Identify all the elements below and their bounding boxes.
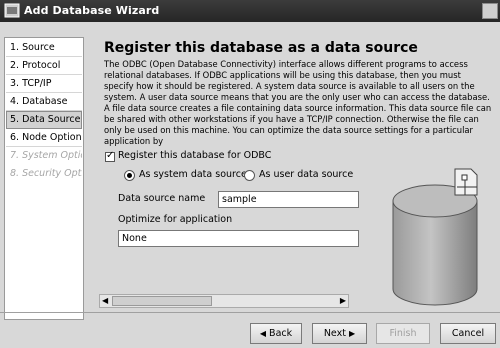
optimize-label: Optimize for application <box>118 214 233 225</box>
radio-selected-dot <box>127 173 132 178</box>
page-title: Register this database as a data source <box>104 40 418 56</box>
cancel-button[interactable]: Cancel <box>440 323 496 344</box>
back-arrow-icon: ◀ <box>259 329 267 338</box>
add-database-wizard-window: Add Database Wizard 1. Source 2. Protoco… <box>0 0 500 348</box>
system-data-source-radio[interactable] <box>124 170 135 181</box>
title-bar: Add Database Wizard <box>0 0 500 22</box>
nav-step-tcpip[interactable]: 3. TCP/IP <box>6 75 82 93</box>
system-data-source-label[interactable]: As system data source <box>139 169 247 180</box>
next-arrow-icon: ▶ <box>349 329 356 338</box>
wizard-app-icon <box>4 3 20 18</box>
datasource-name-label: Data source name <box>118 193 206 204</box>
scroll-left-icon[interactable]: ◀ <box>102 296 108 305</box>
back-button-label: Back <box>269 328 293 339</box>
next-button[interactable]: Next ▶ <box>312 323 367 344</box>
nav-step-security-options: 8. Security Optio... <box>10 168 82 179</box>
scrollbar-thumb[interactable] <box>112 296 212 306</box>
nav-step-protocol[interactable]: 2. Protocol <box>6 57 82 75</box>
register-odbc-label[interactable]: Register this database for ODBC <box>118 150 271 161</box>
footer-separator <box>0 312 500 313</box>
horizontal-scrollbar[interactable]: ◀ ▶ <box>99 294 349 308</box>
user-data-source-radio[interactable] <box>244 170 255 181</box>
nav-step-database[interactable]: 4. Database <box>6 93 82 111</box>
wizard-steps-nav: 1. Source 2. Protocol 3. TCP/IP 4. Datab… <box>4 37 84 320</box>
nav-step-node-options[interactable]: 6. Node Options <box>6 129 82 147</box>
register-odbc-checkbox[interactable]: ✓ <box>105 150 115 162</box>
next-button-label: Next <box>323 328 346 339</box>
user-data-source-label[interactable]: As user data source <box>259 169 353 180</box>
scroll-right-icon[interactable]: ▶ <box>340 296 346 305</box>
nav-step-source[interactable]: 1. Source <box>6 39 82 57</box>
window-control-button[interactable] <box>482 3 498 19</box>
back-button[interactable]: ◀ Back <box>250 323 302 344</box>
database-cylinder-illustration <box>392 168 478 306</box>
optimize-application-select[interactable]: None <box>118 230 359 247</box>
nav-step-system-options: 7. System Options <box>10 150 82 161</box>
finish-button: Finish <box>376 323 430 344</box>
nav-step-data-source[interactable]: 5. Data Source <box>6 111 82 129</box>
window-title: Add Database Wizard <box>24 4 160 17</box>
datasource-name-input[interactable]: sample <box>218 191 359 208</box>
checkmark-icon: ✓ <box>106 150 115 161</box>
